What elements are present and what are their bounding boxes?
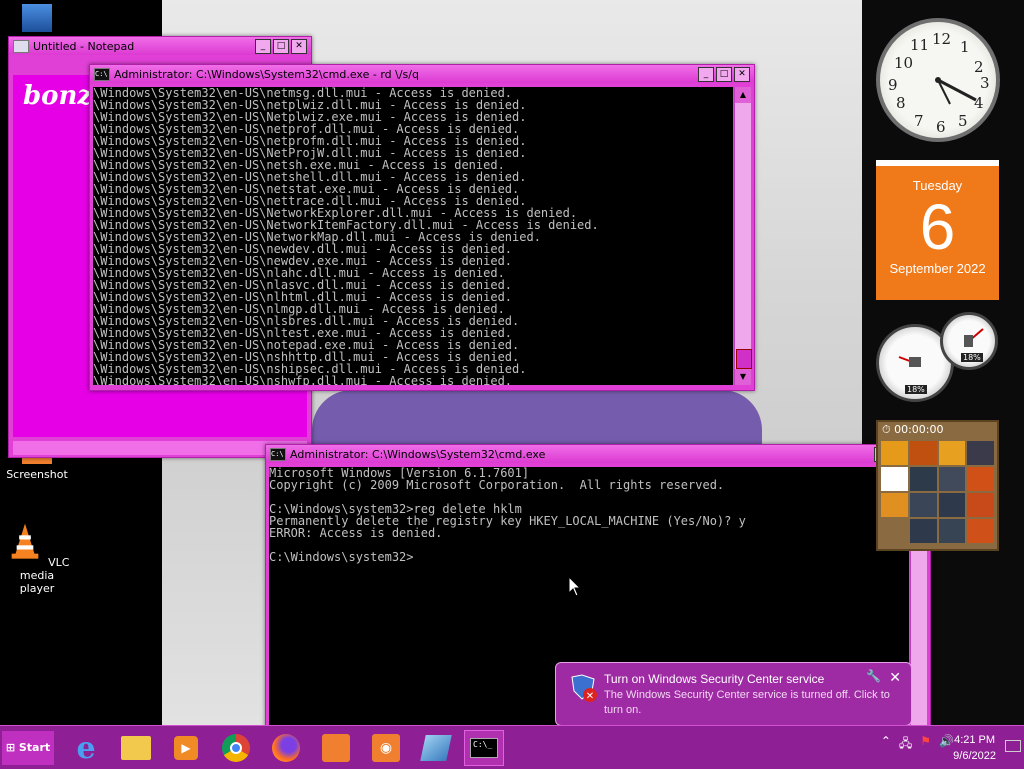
notepad-hscrollbar[interactable]: [13, 441, 307, 455]
taskbar-cmd[interactable]: C:\_: [464, 730, 504, 766]
cmd-titlebar[interactable]: C:\ Administrator: C:\Windows\System32\c…: [266, 445, 930, 463]
close-button[interactable]: ✕: [291, 38, 307, 54]
computer-icon: [22, 4, 52, 32]
taskbar: ⊞ Start e ▶ ◉ C:\_ ⌃ 🖧 ⚑ 🔊 4:21 PM 9/6/2…: [0, 725, 1024, 769]
clock-gadget[interactable]: 12 1 2 3 4 5 6 7 8 9 10 11: [876, 18, 1000, 142]
memory-needle-icon: [964, 328, 984, 347]
memory-gauge[interactable]: 18%: [940, 312, 998, 370]
windows-logo-icon: ⊞: [5, 741, 16, 754]
puzzle-tile[interactable]: [881, 441, 908, 465]
console-line: C:\Windows\system32>: [269, 550, 414, 564]
console-line: \Windows\System32\en-US\nshwfp.dll.mui -…: [93, 374, 513, 385]
console-line: ERROR: Access is denied.: [269, 526, 443, 540]
puzzle-tile[interactable]: [881, 467, 908, 491]
svg-text:✕: ✕: [586, 691, 594, 702]
puzzle-tile[interactable]: [909, 519, 937, 543]
start-button[interactable]: ⊞ Start: [2, 731, 54, 765]
desktop-icon-vlc[interactable]: VLC media player: [2, 522, 72, 595]
desktop-icon-computer[interactable]: [2, 4, 72, 36]
puzzle-tile[interactable]: [909, 467, 937, 491]
puzzle-tile[interactable]: [909, 493, 937, 517]
show-hidden-icons-icon[interactable]: ⌃: [881, 734, 891, 755]
puzzle-tile[interactable]: [938, 493, 966, 517]
minimize-button[interactable]: _: [255, 38, 271, 54]
console-output[interactable]: \Windows\System32\en-US\netmsg.dll.mui -…: [93, 87, 733, 385]
puzzle-tile[interactable]: [967, 467, 994, 491]
puzzle-tile[interactable]: [909, 441, 937, 465]
puzzle-tile-empty[interactable]: [881, 519, 908, 543]
puzzle-tile[interactable]: [967, 493, 994, 517]
cmd-icon: C:\_: [470, 738, 498, 758]
calendar-date: 6: [919, 191, 956, 263]
cmd-window-rd[interactable]: C:\ Administrator: C:\Windows\System32\c…: [89, 64, 755, 391]
puzzle-tile[interactable]: [881, 493, 908, 517]
cmd-app-icon: C:\: [94, 67, 110, 81]
clock-hands-icon: [935, 77, 977, 105]
camera-icon: ◉: [372, 734, 400, 762]
taskbar-internet-explorer[interactable]: e: [66, 730, 106, 766]
console-line: Copyright (c) 2009 Microsoft Corporation…: [269, 478, 725, 492]
maximize-button[interactable]: □: [273, 38, 289, 54]
taskbar-date: 9/6/2022: [953, 750, 996, 762]
puzzle-tile[interactable]: [967, 519, 994, 543]
taskbar-time: 4:21 PM: [954, 734, 996, 746]
chrome-icon: [222, 734, 250, 762]
notepad-app-icon: [13, 39, 29, 53]
taskbar-notepad[interactable]: [416, 730, 456, 766]
calendar-month: September 2022: [889, 261, 986, 276]
puzzle-gadget[interactable]: ⏱ 00:00:00: [876, 420, 999, 551]
cmd-titlebar[interactable]: C:\ Administrator: C:\Windows\System32\c…: [90, 65, 754, 83]
puzzle-tile[interactable]: [967, 441, 994, 465]
taskbar-media-player[interactable]: ▶: [166, 730, 206, 766]
action-center-error-icon[interactable]: ⚑: [920, 734, 931, 755]
desktop-icon-label: Screenshot: [6, 468, 68, 481]
close-button[interactable]: ✕: [734, 66, 750, 82]
puzzle-tile[interactable]: [938, 519, 966, 543]
maximize-button[interactable]: □: [716, 66, 732, 82]
console-scrollbar[interactable]: ▲ ▼: [734, 87, 752, 385]
notepad-icon: [420, 735, 452, 761]
start-label: Start: [18, 741, 51, 754]
taskbar-camera-app[interactable]: ◉: [366, 730, 406, 766]
system-tray: ⌃ 🖧 ⚑ 🔊: [881, 734, 954, 755]
puzzle-tile[interactable]: [938, 467, 966, 491]
puzzle-tile[interactable]: [938, 441, 966, 465]
calendar-gadget[interactable]: Tuesday 6 September 2022: [876, 160, 999, 300]
notification-body[interactable]: The Windows Security Center service is t…: [604, 688, 904, 718]
security-shield-error-icon: ✕: [571, 674, 597, 702]
show-desktop-button[interactable]: [1005, 734, 1021, 760]
volume-icon[interactable]: 🔊: [939, 734, 954, 755]
taskbar-file-explorer[interactable]: [116, 730, 156, 766]
window-title: Untitled - Notepad: [33, 39, 135, 53]
close-icon[interactable]: ✕: [889, 669, 901, 686]
window-title: Administrator: C:\Windows\System32\cmd.e…: [114, 67, 419, 81]
folder-icon: [121, 736, 151, 760]
puzzle-grid[interactable]: [878, 438, 997, 546]
window-title: Administrator: C:\Windows\System32\cmd.e…: [290, 447, 546, 461]
notification-title: Turn on Windows Security Center service: [604, 672, 825, 686]
notepad-titlebar[interactable]: Untitled - Notepad _ □ ✕: [9, 37, 311, 55]
scroll-thumb[interactable]: [736, 349, 752, 369]
network-icon[interactable]: 🖧: [899, 734, 912, 755]
cmd-app-icon: C:\: [270, 447, 286, 461]
security-center-notification[interactable]: ✕ Turn on Windows Security Center servic…: [555, 662, 912, 726]
taskbar-screenshot-app[interactable]: [316, 730, 356, 766]
vlc-cone-icon: [11, 523, 38, 559]
internet-explorer-icon: e: [76, 730, 96, 766]
media-player-icon: ▶: [174, 736, 198, 760]
screenshot-app-icon: [322, 734, 350, 762]
taskbar-firefox[interactable]: [266, 730, 306, 766]
puzzle-timer: ⏱ 00:00:00: [882, 423, 944, 436]
scroll-up-arrow-icon[interactable]: ▲: [735, 87, 751, 103]
puzzle-time: 00:00:00: [894, 423, 944, 436]
monitor-icon: [1005, 740, 1021, 752]
wrench-icon[interactable]: 🔧: [866, 669, 881, 683]
taskbar-clock[interactable]: 4:21 PM 9/6/2022: [953, 732, 996, 764]
scroll-down-arrow-icon[interactable]: ▼: [735, 369, 751, 385]
mouse-cursor-icon: [569, 577, 581, 597]
firefox-icon: [272, 734, 300, 762]
taskbar-chrome[interactable]: [216, 730, 256, 766]
minimize-button[interactable]: _: [698, 66, 714, 82]
